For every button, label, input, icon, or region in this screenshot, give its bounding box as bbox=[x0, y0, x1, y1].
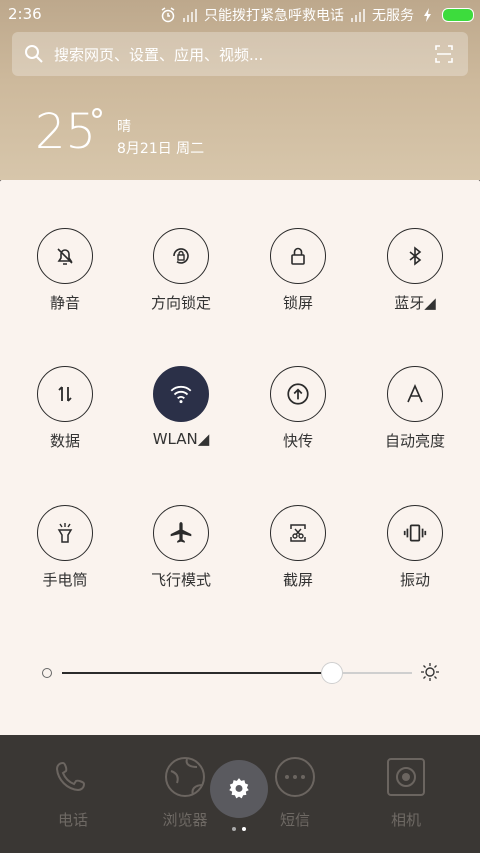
tile-label: 数据 bbox=[49, 432, 80, 450]
tile-circle[interactable] bbox=[153, 505, 209, 561]
tile-quick-transfer[interactable]: 快传 bbox=[253, 366, 343, 451]
scan-icon[interactable] bbox=[434, 44, 454, 64]
screenshot-icon bbox=[290, 524, 306, 542]
tile-circle[interactable] bbox=[387, 228, 443, 284]
brightness-low-icon bbox=[42, 668, 52, 678]
battery-icon bbox=[442, 8, 474, 22]
flashlight-icon bbox=[57, 523, 73, 543]
tile-bluetooth[interactable]: 蓝牙◢ bbox=[370, 228, 460, 313]
tile-circle[interactable] bbox=[37, 366, 93, 422]
dock-app-camera[interactable]: 相机 bbox=[361, 755, 451, 830]
tile-label: 振动 bbox=[399, 571, 430, 589]
status-time: 2:36 bbox=[8, 5, 42, 23]
search-icon bbox=[25, 45, 43, 63]
dock-app-label: 相机 bbox=[390, 811, 421, 829]
tile-label: 方向锁定 bbox=[150, 294, 211, 312]
signal-icon bbox=[183, 9, 197, 22]
brightness-thumb[interactable] bbox=[320, 662, 343, 684]
message-icon bbox=[275, 757, 315, 797]
tile-circle[interactable] bbox=[270, 366, 326, 422]
rotation-lock-icon bbox=[173, 248, 189, 264]
weather-date: 8月21日 周二 bbox=[117, 141, 205, 157]
gear-icon bbox=[229, 778, 249, 799]
dock-app-label: 浏览器 bbox=[162, 811, 208, 829]
tile-silent[interactable]: 静音 bbox=[20, 228, 110, 313]
status-bar: 2:36 只能拨打紧急呼救电话 无服务 bbox=[0, 0, 480, 28]
settings-button[interactable] bbox=[210, 760, 268, 818]
charging-icon bbox=[424, 8, 431, 22]
tile-flashlight[interactable]: 手电筒 bbox=[20, 505, 110, 590]
dock-app-phone[interactable]: 电话 bbox=[28, 755, 118, 830]
tile-label: 飞行模式 bbox=[150, 571, 211, 589]
weather-widget[interactable]: 25 ° 晴 8月21日 周二 bbox=[35, 102, 204, 157]
tile-vibrate[interactable]: 振动 bbox=[370, 505, 460, 590]
airplane-icon bbox=[170, 522, 192, 543]
dock-app-label: 短信 bbox=[279, 811, 310, 829]
tile-rotation-lock[interactable]: 方向锁定 bbox=[136, 228, 226, 313]
tile-label: 手电筒 bbox=[42, 571, 88, 589]
tile-label: 锁屏 bbox=[282, 294, 313, 312]
tile-label: WLAN◢ bbox=[152, 430, 210, 448]
page-indicator bbox=[232, 827, 246, 831]
camera-icon bbox=[387, 758, 425, 796]
tile-circle[interactable] bbox=[387, 505, 443, 561]
tile-label: 快传 bbox=[282, 432, 313, 450]
tile-wlan[interactable]: WLAN◢ bbox=[136, 366, 226, 448]
browser-icon bbox=[165, 757, 205, 797]
weather-temp: 25 bbox=[35, 104, 97, 160]
phone-icon bbox=[55, 761, 86, 792]
tile-label: 静音 bbox=[49, 294, 80, 312]
bell-off-icon bbox=[57, 248, 73, 265]
tile-airplane[interactable]: 飞行模式 bbox=[136, 505, 226, 590]
signal-icon-2 bbox=[351, 9, 365, 22]
control-panel: 静音 方向锁定 锁屏 蓝牙◢ 数据 WLAN◢ 快传 自动亮度 手电筒 飞行模式… bbox=[0, 180, 480, 735]
weather-condition: 晴 bbox=[117, 119, 131, 135]
vibrate-icon bbox=[403, 524, 427, 542]
dock: 电话 浏览器 短信 相机 bbox=[0, 735, 480, 853]
tile-circle[interactable] bbox=[153, 366, 209, 422]
tile-data[interactable]: 数据 bbox=[20, 366, 110, 451]
tile-circle[interactable] bbox=[270, 228, 326, 284]
tile-auto-brightness[interactable]: 自动亮度 bbox=[370, 366, 460, 451]
page-dot-active bbox=[242, 827, 246, 831]
alarm-icon bbox=[161, 7, 175, 23]
status-right: 只能拨打紧急呼救电话 无服务 bbox=[160, 5, 474, 25]
brightness-high-icon bbox=[421, 663, 439, 681]
bluetooth-icon bbox=[409, 246, 422, 266]
wifi-icon bbox=[170, 385, 192, 404]
page-dot bbox=[232, 827, 236, 831]
data-arrows-icon bbox=[58, 386, 72, 402]
lock-icon bbox=[291, 247, 305, 265]
tile-circle[interactable] bbox=[270, 505, 326, 561]
emergency-text: 只能拨打紧急呼救电话 bbox=[204, 8, 344, 24]
search-placeholder: 搜索网页、设置、应用、视频... bbox=[54, 45, 264, 64]
tile-label: 自动亮度 bbox=[384, 432, 445, 450]
tile-screenshot[interactable]: 截屏 bbox=[253, 505, 343, 590]
dock-app-label: 电话 bbox=[57, 811, 88, 829]
tile-label: 蓝牙◢ bbox=[394, 294, 436, 312]
tile-label: 截屏 bbox=[282, 571, 313, 589]
tile-lock-screen[interactable]: 锁屏 bbox=[253, 228, 343, 313]
no-service-text: 无服务 bbox=[372, 8, 414, 24]
upload-icon bbox=[287, 383, 309, 405]
brightness-fill bbox=[62, 672, 332, 674]
tile-circle[interactable] bbox=[37, 505, 93, 561]
tile-circle[interactable] bbox=[37, 228, 93, 284]
tile-circle[interactable] bbox=[153, 228, 209, 284]
search-bar[interactable]: 搜索网页、设置、应用、视频... bbox=[12, 32, 468, 76]
tile-circle[interactable] bbox=[387, 366, 443, 422]
weather-degree: ° bbox=[89, 102, 105, 140]
auto-brightness-icon bbox=[407, 384, 423, 403]
brightness-slider[interactable] bbox=[40, 658, 440, 688]
